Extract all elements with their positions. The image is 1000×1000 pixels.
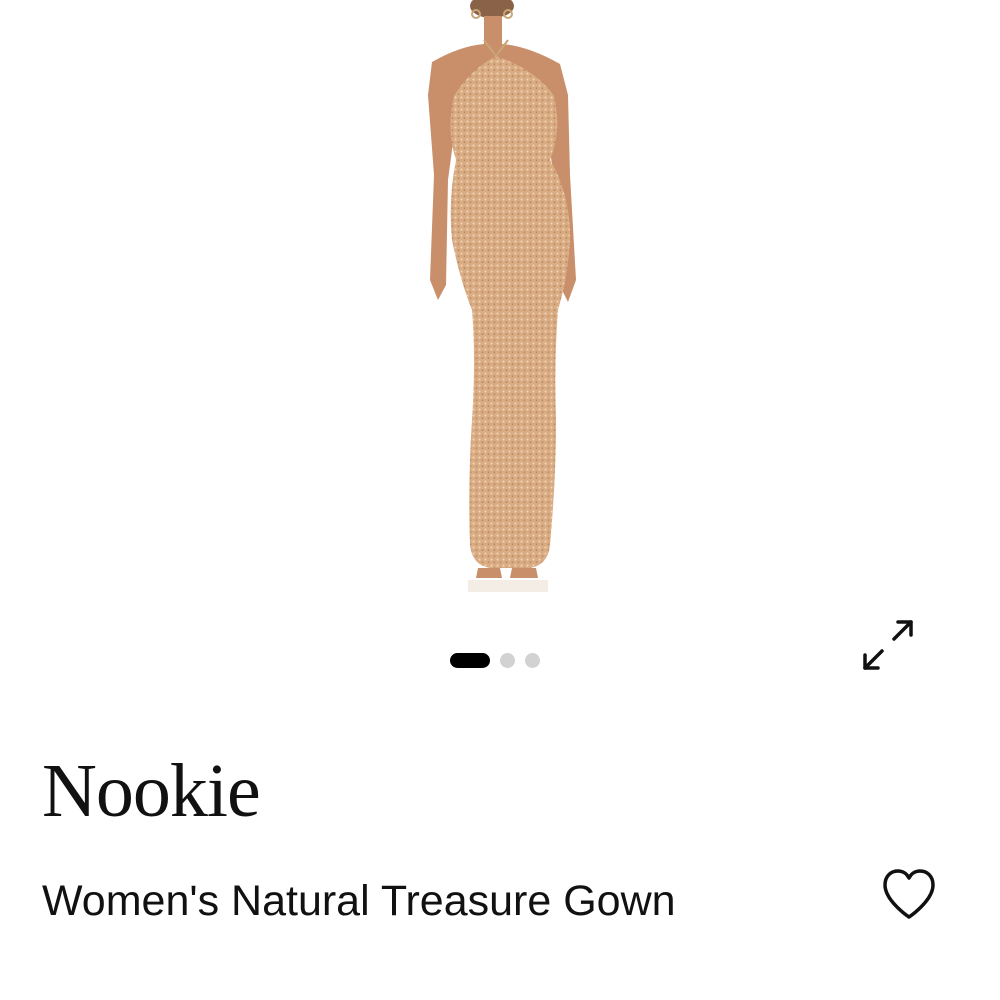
brand-name[interactable]: Nookie [42,748,261,835]
expand-arrows-icon [858,615,918,675]
product-image[interactable] [400,0,600,595]
favorite-button[interactable] [880,866,938,924]
product-image-gallery[interactable] [0,0,1000,600]
pager-dot[interactable] [500,652,515,668]
product-title: Women's Natural Treasure Gown [42,877,676,925]
heart-outline-icon [880,866,938,924]
expand-image-button[interactable] [858,615,918,675]
pager-dot-active[interactable] [450,652,490,668]
image-pager[interactable] [450,652,540,668]
pager-dot[interactable] [525,652,540,668]
